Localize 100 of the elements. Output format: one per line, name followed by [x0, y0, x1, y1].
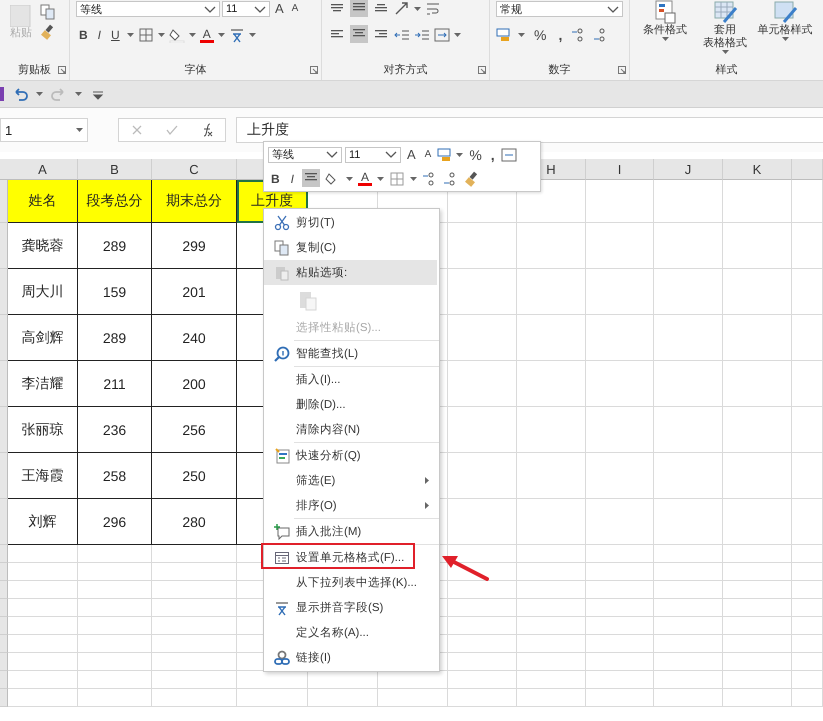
- header-cell[interactable]: 段考总分: [78, 180, 152, 223]
- menu-item[interactable]: 清除内容(N): [264, 417, 437, 442]
- chevron-down-icon[interactable]: [607, 6, 619, 12]
- comma-button[interactable]: ,: [555, 27, 566, 43]
- orientation-icon[interactable]: [394, 1, 410, 17]
- grow-font-button[interactable]: A: [404, 146, 419, 162]
- dropdown-caret-icon[interactable]: [248, 33, 256, 37]
- dropdown-caret-icon[interactable]: [782, 37, 788, 41]
- chevron-down-icon[interactable]: [326, 151, 338, 158]
- column-header[interactable]: K: [723, 159, 792, 180]
- accounting-format-icon[interactable]: [437, 146, 454, 162]
- font-color-button[interactable]: A: [358, 171, 372, 183]
- fill-color-icon[interactable]: [168, 27, 185, 43]
- format-cells-icon[interactable]: [274, 550, 290, 566]
- column-header[interactable]: I: [586, 159, 654, 180]
- shrink-font-button[interactable]: A: [288, 1, 302, 17]
- dropdown-caret-icon[interactable]: [75, 92, 82, 96]
- wrap-text-icon[interactable]: [425, 1, 441, 17]
- chevron-down-icon[interactable]: [385, 151, 397, 158]
- dropdown-caret-icon[interactable]: [76, 128, 83, 132]
- middle-align-icon[interactable]: [350, 0, 368, 17]
- underline-button[interactable]: U: [108, 27, 123, 43]
- menu-item[interactable]: 插入批注(M): [264, 519, 437, 544]
- dropdown-caret-icon[interactable]: [518, 33, 525, 37]
- shrink-font-button[interactable]: A: [422, 146, 434, 162]
- font-size-select[interactable]: 11: [222, 1, 270, 17]
- dialog-launcher-icon[interactable]: [618, 66, 626, 74]
- table-cell: [654, 407, 723, 453]
- dropdown-caret-icon[interactable]: [158, 33, 165, 37]
- menu-item[interactable]: 复制(C): [264, 235, 437, 260]
- dropdown-caret-icon[interactable]: [414, 7, 421, 11]
- header-cell[interactable]: 姓名: [8, 180, 78, 223]
- borders-icon[interactable]: [389, 170, 406, 186]
- dropdown-caret-icon[interactable]: [188, 33, 196, 37]
- dialog-launcher-icon[interactable]: [58, 66, 66, 74]
- number-format-select[interactable]: 常规: [496, 1, 623, 17]
- magnifier-icon[interactable]: [274, 346, 290, 362]
- menu-item[interactable]: 快速分析(Q): [264, 443, 437, 468]
- menu-item[interactable]: 显示拼音字段(S): [264, 595, 437, 620]
- dropdown-caret-icon[interactable]: [36, 92, 43, 96]
- dropdown-caret-icon[interactable]: [454, 33, 461, 37]
- align-center-icon[interactable]: [302, 168, 320, 186]
- menu-item[interactable]: 定义名称(A)...: [264, 620, 437, 645]
- dropdown-caret-icon[interactable]: [722, 50, 728, 54]
- font-name-select[interactable]: 等线: [268, 146, 342, 162]
- quick-analysis-icon[interactable]: [274, 448, 290, 464]
- percent-button[interactable]: %: [531, 27, 550, 43]
- menu-item[interactable]: 智能查找(L): [264, 341, 437, 366]
- column-header[interactable]: A: [8, 159, 78, 180]
- table-cell: 296: [78, 499, 152, 545]
- column-header[interactable]: B: [78, 159, 152, 180]
- bold-button[interactable]: B: [76, 27, 91, 43]
- merge-cells-icon[interactable]: [434, 27, 450, 43]
- borders-icon[interactable]: [138, 27, 154, 43]
- phonetic-icon[interactable]: [274, 600, 290, 616]
- format-painter-icon[interactable]: [40, 24, 56, 40]
- dropdown-caret-icon[interactable]: [662, 37, 668, 41]
- percent-button[interactable]: %: [466, 146, 485, 162]
- column-header[interactable]: C: [152, 159, 237, 180]
- name-box[interactable]: 1: [0, 118, 88, 142]
- font-name-select[interactable]: 等线: [76, 1, 220, 17]
- chevron-down-icon[interactable]: [254, 6, 266, 12]
- table-cell: [792, 223, 823, 269]
- chevron-down-icon[interactable]: [204, 6, 216, 12]
- copy-icon[interactable]: [274, 240, 290, 256]
- menu-item[interactable]: 从下拉列表中选择(K)...: [264, 570, 437, 595]
- menu-item[interactable]: 插入(I)...: [264, 367, 437, 392]
- merge-cells-icon[interactable]: [500, 146, 517, 162]
- dialog-launcher-icon[interactable]: [478, 66, 486, 74]
- style-button-label[interactable]: 单元格样式: [758, 24, 812, 37]
- header-cell[interactable]: 期末总分: [152, 180, 237, 223]
- table-cell: [448, 689, 517, 707]
- menu-item[interactable]: 排序(O): [264, 493, 437, 518]
- grow-font-button[interactable]: A: [272, 1, 287, 17]
- style-button-label[interactable]: 条件格式: [643, 24, 687, 37]
- italic-button[interactable]: I: [94, 27, 104, 43]
- font-color-button[interactable]: A: [200, 28, 214, 40]
- clipboard-icon[interactable]: [274, 264, 290, 280]
- column-header[interactable]: J: [654, 159, 723, 180]
- menu-item[interactable]: 链接(I): [264, 645, 437, 670]
- copy-icon[interactable]: [40, 4, 56, 20]
- dialog-launcher-icon[interactable]: [310, 66, 318, 74]
- style-button-label[interactable]: 表格格式: [703, 37, 747, 50]
- comment-icon[interactable]: [274, 524, 290, 540]
- dropdown-caret-icon[interactable]: [126, 33, 134, 37]
- menu-item[interactable]: 删除(D)...: [264, 392, 437, 417]
- align-center-icon[interactable]: [350, 25, 368, 43]
- chain-link-icon[interactable]: [274, 650, 290, 666]
- font-size-select[interactable]: 11: [345, 146, 401, 162]
- table-style-icon[interactable]: [712, 0, 738, 24]
- menu-item[interactable]: 粘贴选项:: [264, 260, 437, 285]
- phonetic-icon[interactable]: [228, 27, 245, 43]
- formula-input[interactable]: 上升度: [236, 117, 823, 143]
- menu-item[interactable]: 筛选(E): [264, 468, 437, 493]
- scissors-icon[interactable]: [274, 214, 290, 230]
- cell-style-icon[interactable]: [772, 0, 798, 24]
- accounting-format-icon[interactable]: [496, 27, 512, 43]
- style-button-label[interactable]: 套用: [714, 24, 736, 37]
- comma-button[interactable]: ,: [488, 146, 498, 162]
- dropdown-caret-icon[interactable]: [218, 33, 225, 37]
